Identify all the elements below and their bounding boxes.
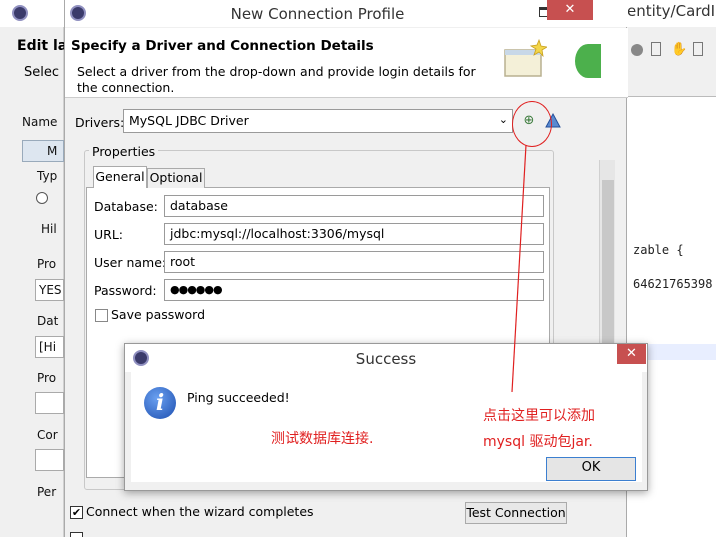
chevron-down-icon: ⌄ <box>498 113 508 126</box>
code-line-1: zable { <box>633 243 684 257</box>
background-per-label: Per <box>37 485 57 499</box>
background-field-4[interactable] <box>35 449 64 471</box>
background-field-1[interactable]: YES <box>35 279 64 301</box>
save-password-checkbox[interactable] <box>95 309 108 322</box>
background-tab[interactable]: M <box>22 140 64 162</box>
save-password-label: Save password <box>111 307 206 322</box>
dialog-titlebar: New Connection Profile ✕ <box>65 0 628 27</box>
wizard-header: Specify a Driver and Connection Details … <box>65 28 628 98</box>
close-icon: ✕ <box>564 2 576 17</box>
properties-label: Properties <box>89 144 159 159</box>
success-message: Ping succeeded! <box>187 390 290 405</box>
edit-icon[interactable] <box>693 42 703 56</box>
url-label: URL: <box>94 227 124 242</box>
dialog-close-button[interactable]: ✕ <box>547 0 593 20</box>
background-edit-label: Edit la <box>17 38 68 54</box>
username-label: User name: <box>94 255 167 270</box>
background-radio[interactable] <box>36 192 48 204</box>
drivers-dropdown[interactable]: MySQL JDBC Driver ⌄ <box>123 109 513 133</box>
tab-general[interactable]: General <box>93 166 147 188</box>
info-icon: i <box>144 387 176 419</box>
url-input[interactable]: jdbc:mysql://localhost:3306/mysql <box>164 223 544 245</box>
wizard-banner-icon <box>504 38 547 77</box>
connect-when-complete-checkbox[interactable]: ✔ <box>70 506 83 519</box>
username-value: root <box>170 254 196 269</box>
background-run-icon <box>575 44 601 78</box>
background-field-3[interactable] <box>35 392 64 414</box>
close-icon: ✕ <box>626 346 637 361</box>
header-title: Specify a Driver and Connection Details <box>71 38 374 54</box>
annotation-test-note: 测试数据库连接. <box>271 431 374 447</box>
dialog-title: New Connection Profile <box>230 5 405 23</box>
annotation-add-note-line2: mysql 驱动包jar. <box>483 434 593 450</box>
editor-tab[interactable]: entity/CardI <box>627 2 715 20</box>
background-name-label: Name <box>22 115 58 129</box>
background-dat-label: Dat <box>37 314 59 328</box>
annotation-add-note-line1: 点击这里可以添加 <box>483 408 595 424</box>
connect-when-complete-label: Connect when the wizard completes <box>86 504 314 519</box>
username-input[interactable]: root <box>164 251 544 273</box>
password-input[interactable]: ●●●●●● <box>164 279 544 301</box>
success-titlebar: Success ✕ <box>125 344 647 372</box>
header-description: Select a driver from the drop-down and p… <box>77 64 476 95</box>
doc-icon[interactable] <box>651 42 661 56</box>
password-value: ●●●●●● <box>170 283 223 296</box>
eclipse-logo-icon <box>12 5 28 21</box>
drivers-selected-value: MySQL JDBC Driver <box>129 113 249 128</box>
background-field-2[interactable]: [Hi <box>35 336 64 358</box>
database-input[interactable]: database <box>164 195 544 217</box>
background-hib-label: Hil <box>41 222 57 236</box>
tab-optional[interactable]: Optional <box>147 168 205 188</box>
background-type-label: Typ <box>37 169 58 183</box>
editor-divider <box>627 96 716 97</box>
background-pro-label-2: Pro <box>37 371 57 385</box>
success-close-button[interactable]: ✕ <box>617 344 646 364</box>
hand-icon[interactable]: ✋ <box>671 42 687 57</box>
annotation-circle <box>512 101 552 147</box>
ok-button[interactable]: OK <box>546 457 636 481</box>
secondary-checkbox[interactable] <box>70 532 83 537</box>
database-value: database <box>170 198 228 213</box>
background-toolbar: ✋ <box>627 27 716 97</box>
database-label: Database: <box>94 199 158 214</box>
test-connection-button[interactable]: Test Connection <box>465 502 567 524</box>
background-select-label: Selec <box>24 65 60 80</box>
code-line-2: 64621765398 <box>633 277 713 291</box>
success-title: Success <box>355 350 417 368</box>
password-label: Password: <box>94 283 157 298</box>
background-cor-label: Cor <box>37 428 58 442</box>
drivers-label: Drivers: <box>75 115 125 130</box>
stop-icon[interactable] <box>631 44 643 56</box>
background-pro-label: Pro <box>37 257 57 271</box>
url-value: jdbc:mysql://localhost:3306/mysql <box>170 226 385 241</box>
